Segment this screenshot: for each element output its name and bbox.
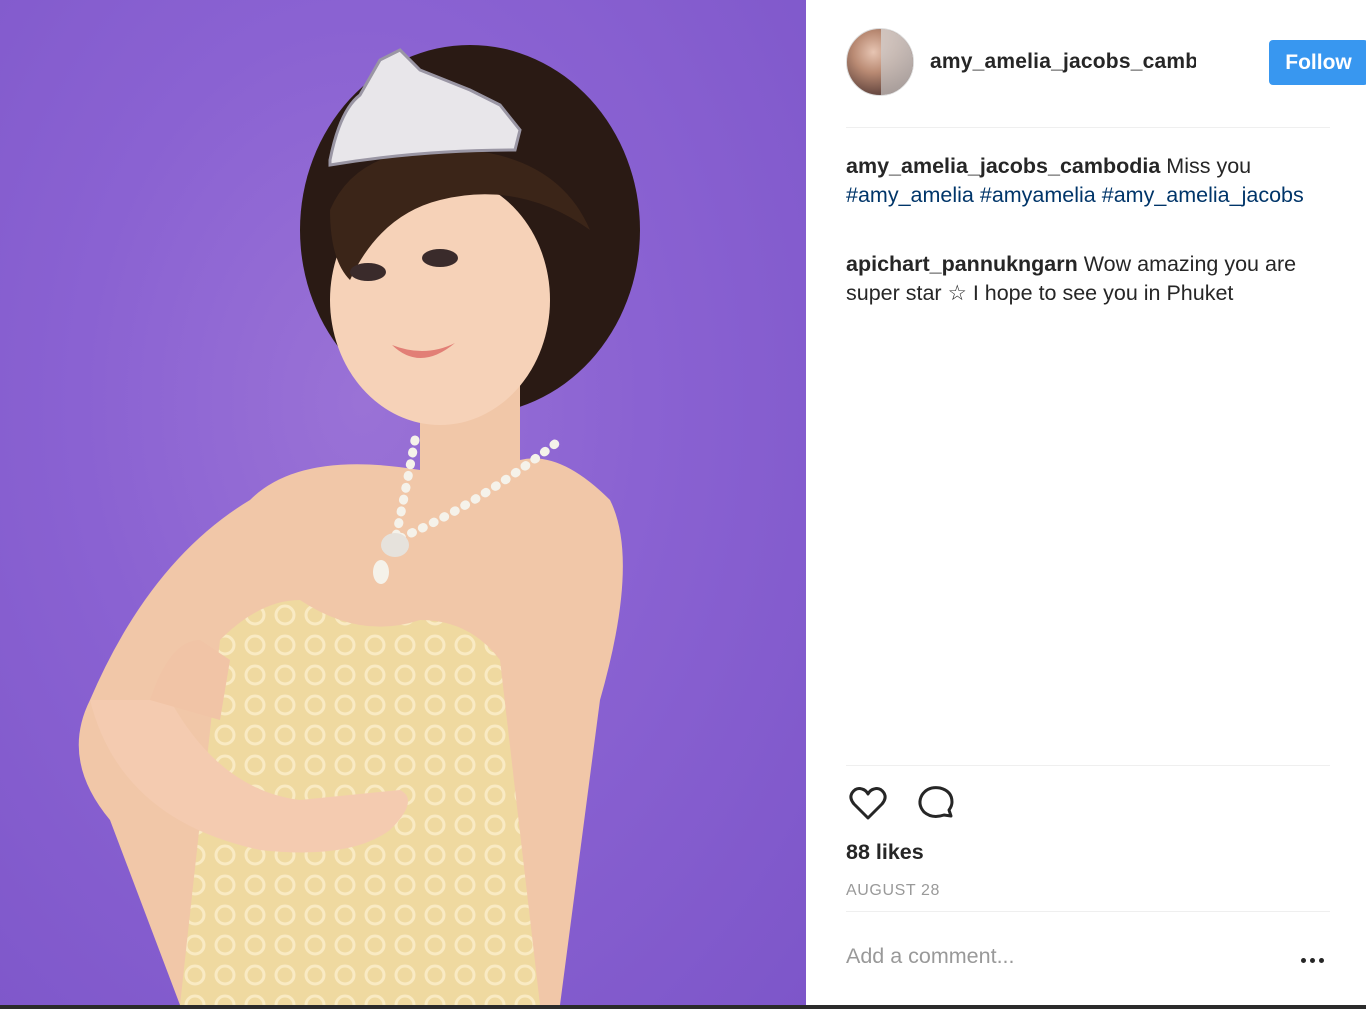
heart-icon[interactable] [846,782,890,826]
post-caption: amy_amelia_jacobs_cambodia Miss you #amy… [846,152,1330,210]
more-dot [1319,957,1324,963]
post-date[interactable]: AUGUST 28 [846,882,940,900]
follow-button[interactable]: Follow [1269,40,1366,85]
window-bottom-edge [0,1005,1366,1009]
header-divider [846,127,1330,128]
add-comment-input[interactable] [846,944,1276,969]
post-photo-illustration [78,45,640,1005]
hashtag-link[interactable]: #amyamelia [980,181,1096,210]
likes-count[interactable]: 88 likes [846,840,924,865]
author-username[interactable]: amy_amelia_jacobs_camb [930,50,1196,74]
post-photo [0,0,806,1005]
hashtag-link[interactable]: #amy_amelia_jacobs [1102,181,1304,210]
comment-author[interactable]: apichart_pannukngarn [846,252,1078,276]
avatar[interactable] [846,28,914,96]
comment-item: apichart_pannukngarn Wow amazing you are… [846,250,1330,308]
more-options-icon[interactable] [1301,950,1331,970]
actions-divider [846,765,1330,766]
comment-bubble-icon[interactable] [913,782,957,826]
caption-author[interactable]: amy_amelia_jacobs_cambodia [846,154,1160,178]
post-header: amy_amelia_jacobs_camb Follow [846,28,1366,98]
comment-divider [846,911,1330,912]
post-details-panel: amy_amelia_jacobs_camb Follow amy_amelia… [806,0,1366,1005]
hashtag-link[interactable]: #amy_amelia [846,181,974,210]
caption-text: Miss you [1166,154,1252,178]
more-dot [1310,957,1315,963]
more-dot [1301,957,1306,963]
